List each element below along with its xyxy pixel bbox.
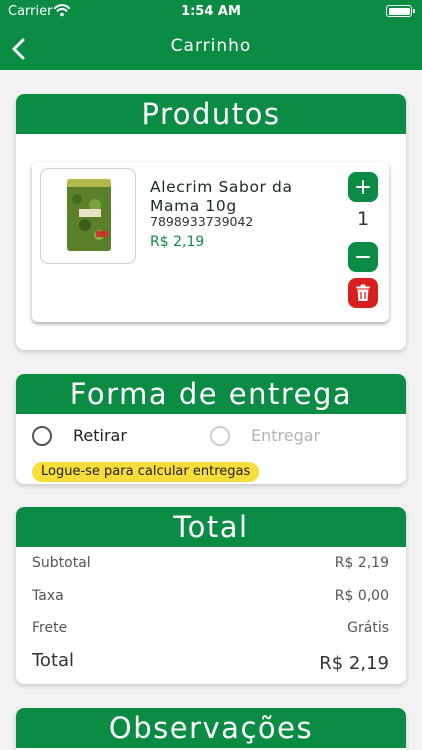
- option-retirar-label: Retirar: [73, 426, 127, 445]
- login-notice-badge: Logue-se para calcular entregas: [32, 462, 260, 482]
- option-entregar-label: Entregar: [251, 426, 321, 445]
- cart-item: Alecrim Sabor da Mama 10g 7898933739042 …: [32, 162, 389, 322]
- fee-label: Taxa: [32, 588, 64, 604]
- product-code: 7898933739042: [150, 214, 254, 229]
- delivery-header: Forma de entrega: [16, 374, 406, 414]
- shipping-label: Frete: [32, 620, 68, 636]
- plus-icon: [356, 180, 370, 194]
- nav-bar: Carrinho: [0, 24, 422, 70]
- battery-icon: [386, 5, 415, 17]
- fee-value: R$ 0,00: [334, 588, 389, 604]
- delivery-card: Forma de entrega Retirar Entregar Logue-…: [16, 374, 406, 484]
- decrease-quantity-button[interactable]: [348, 242, 378, 272]
- products-card: Produtos Alecrim Sabor da Mama 10g 78989…: [16, 94, 406, 350]
- product-image: [40, 168, 136, 264]
- product-name: Alecrim Sabor da Mama 10g: [150, 178, 293, 215]
- product-price: R$ 2,19: [150, 234, 205, 250]
- quantity-value: 1: [356, 208, 370, 230]
- remove-item-button[interactable]: [348, 278, 378, 308]
- total-card: Total Subtotal R$ 2,19 Taxa R$ 0,00 Fret…: [16, 507, 406, 684]
- subtotal-value: R$ 2,19: [334, 555, 389, 571]
- shipping-value: Grátis: [347, 620, 389, 636]
- radio-retirar[interactable]: [32, 426, 52, 446]
- minus-icon: [356, 256, 370, 258]
- subtotal-label: Subtotal: [32, 555, 91, 571]
- page-title: Carrinho: [170, 36, 252, 56]
- grand-total-label: Total: [32, 650, 75, 671]
- products-header: Produtos: [16, 94, 406, 134]
- increase-quantity-button[interactable]: [348, 172, 378, 202]
- radio-entregar: [210, 426, 230, 446]
- notes-header: Observações: [16, 708, 406, 748]
- notes-card: Observações: [16, 708, 406, 750]
- trash-icon: [356, 284, 370, 301]
- status-bar: Carrier 1:54 AM: [0, 0, 422, 24]
- grand-total-value: R$ 2,19: [319, 653, 389, 674]
- status-time: 1:54 AM: [181, 4, 241, 19]
- total-header: Total: [16, 507, 406, 547]
